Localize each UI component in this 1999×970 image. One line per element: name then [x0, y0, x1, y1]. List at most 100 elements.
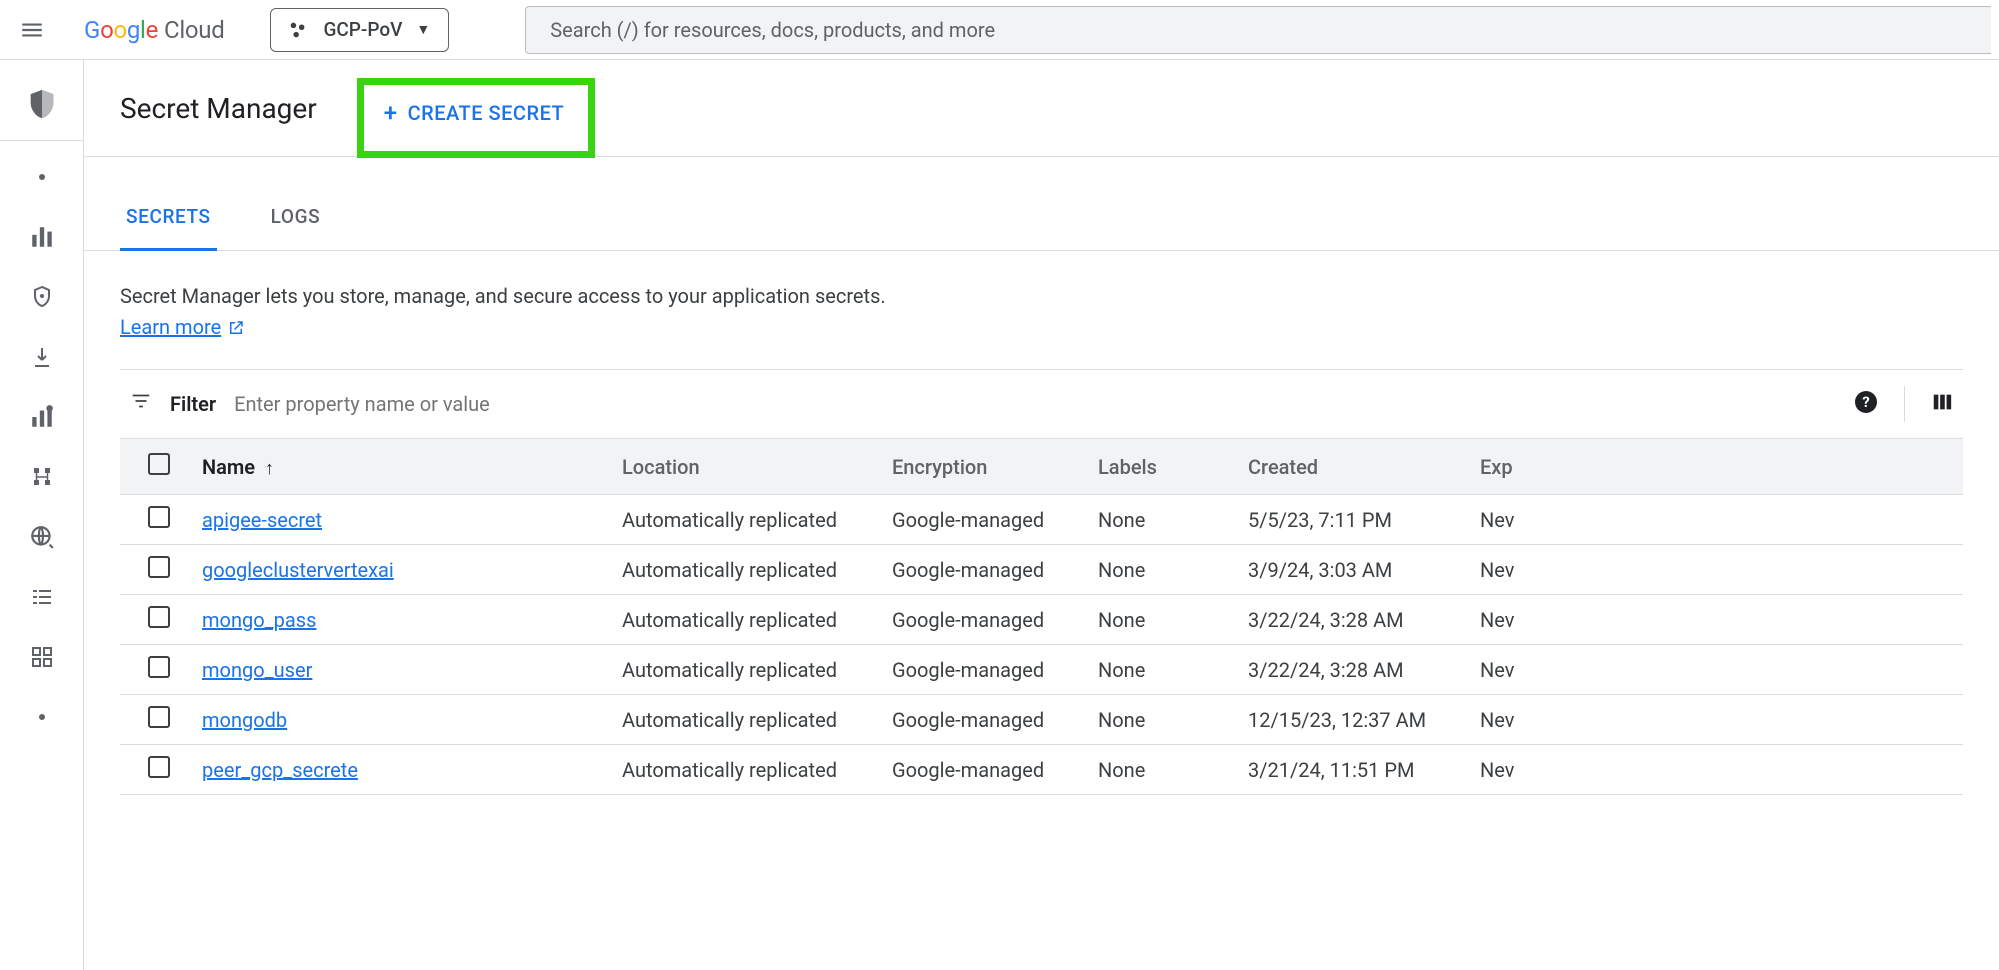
learn-more-label: Learn more [120, 312, 221, 343]
rail-shield-outline-icon[interactable] [0, 267, 84, 327]
cell-created: 3/9/24, 3:03 AM [1238, 545, 1470, 595]
intro-text-block: Secret Manager lets you store, manage, a… [84, 251, 1999, 351]
secret-name-link[interactable]: apigee-secret [202, 508, 322, 532]
rail-bars-icon[interactable] [0, 207, 84, 267]
cell-location: Automatically replicated [612, 495, 882, 545]
table-row: mongo_passAutomatically replicatedGoogle… [120, 595, 1963, 645]
filter-input[interactable] [234, 392, 1836, 416]
table-row: mongodbAutomatically replicatedGoogle-ma… [120, 695, 1963, 745]
page-header: Secret Manager + CREATE SECRET [84, 60, 1999, 157]
learn-more-link[interactable]: Learn more [120, 312, 245, 343]
filter-row: Filter ? [120, 370, 1963, 438]
main: Secret Manager + CREATE SECRET SECRETS L… [84, 60, 1999, 970]
row-checkbox[interactable] [148, 706, 170, 728]
cell-expiration: Nev [1470, 495, 1963, 545]
left-rail [0, 60, 84, 970]
project-icon [287, 19, 309, 41]
secret-name-link[interactable]: mongo_user [202, 658, 312, 682]
cell-location: Automatically replicated [612, 745, 882, 795]
rail-globe-search-icon[interactable] [0, 507, 84, 567]
sort-asc-icon: ↑ [265, 458, 274, 479]
cell-created: 3/22/24, 3:28 AM [1238, 645, 1470, 695]
secrets-table: Name ↑ Location Encryption Labels Created… [120, 438, 1963, 795]
hamburger-menu-icon[interactable] [8, 6, 56, 54]
tab-logs[interactable]: LOGS [265, 185, 327, 251]
col-expiration[interactable]: Exp [1470, 439, 1963, 495]
tabs: SECRETS LOGS [84, 185, 1999, 251]
col-name-label: Name [202, 455, 255, 479]
filter-label: Filter [170, 392, 216, 416]
cell-encryption: Google-managed [882, 495, 1088, 545]
col-created[interactable]: Created [1238, 439, 1470, 495]
toolbar-separator [1904, 386, 1905, 422]
table-row: peer_gcp_secrete Automatically replicated… [120, 745, 1963, 795]
search-input[interactable] [550, 18, 1967, 42]
project-name: GCP-PoV [323, 18, 402, 41]
cell-labels: None [1088, 545, 1238, 595]
row-checkbox[interactable] [148, 556, 170, 578]
cell-expiration: Nev [1470, 545, 1963, 595]
col-location[interactable]: Location [612, 439, 882, 495]
secret-name-link[interactable]: googleclustervertexai [202, 558, 394, 582]
table-row: googleclustervertexai Automatically repli… [120, 545, 1963, 595]
cell-expiration: Nev [1470, 595, 1963, 645]
cell-created: 3/21/24, 11:51 PM [1238, 745, 1470, 795]
page-title: Secret Manager [120, 92, 317, 125]
select-all-checkbox[interactable] [148, 453, 170, 475]
cell-created: 5/5/23, 7:11 PM [1238, 495, 1470, 545]
rail-list-icon[interactable] [0, 567, 84, 627]
cell-labels: None [1088, 695, 1238, 745]
col-labels[interactable]: Labels [1088, 439, 1238, 495]
columns-icon[interactable] [1931, 391, 1953, 417]
rail-separator [0, 140, 83, 141]
cell-encryption: Google-managed [882, 645, 1088, 695]
filter-actions: ? [1854, 386, 1953, 422]
cell-created: 12/15/23, 12:37 AM [1238, 695, 1470, 745]
cell-location: Automatically replicated [612, 545, 882, 595]
create-secret-button[interactable]: + CREATE SECRET [384, 99, 565, 127]
table-header-row: Name ↑ Location Encryption Labels Created… [120, 439, 1963, 495]
rail-download-icon[interactable] [0, 327, 84, 387]
svg-text:?: ? [1862, 393, 1869, 411]
help-icon[interactable]: ? [1854, 390, 1878, 418]
col-encryption[interactable]: Encryption [882, 439, 1088, 495]
cell-labels: None [1088, 645, 1238, 695]
secret-name-link[interactable]: mongo_pass [202, 608, 316, 632]
create-secret-label: CREATE SECRET [408, 101, 565, 125]
row-checkbox[interactable] [148, 606, 170, 628]
tab-secrets[interactable]: SECRETS [120, 185, 217, 251]
cell-labels: None [1088, 595, 1238, 645]
cell-location: Automatically replicated [612, 695, 882, 745]
project-picker[interactable]: GCP-PoV ▼ [270, 8, 449, 52]
top-bar: Google Cloud GCP-PoV ▼ [0, 0, 1999, 60]
row-checkbox[interactable] [148, 756, 170, 778]
rail-apps-icon[interactable] [0, 627, 84, 687]
cell-labels: None [1088, 745, 1238, 795]
cell-encryption: Google-managed [882, 595, 1088, 645]
logo-product-text: Cloud [164, 16, 224, 44]
table-row: apigee-secret Automatically replicatedGoo… [120, 495, 1963, 545]
rail-tree-icon[interactable] [0, 447, 84, 507]
col-name[interactable]: Name ↑ [192, 439, 612, 495]
secret-name-link[interactable]: mongodb [202, 708, 287, 732]
table-row: mongo_userAutomatically replicatedGoogle… [120, 645, 1963, 695]
col-select-all [120, 439, 192, 495]
filter-icon[interactable] [130, 390, 152, 418]
cell-expiration: Nev [1470, 745, 1963, 795]
table-area: Filter ? Name↑ Locati [120, 369, 1963, 795]
rail-security-icon[interactable] [0, 74, 84, 134]
create-secret-highlight: + CREATE SECRET [357, 78, 596, 158]
row-checkbox[interactable] [148, 656, 170, 678]
rail-chart-icon[interactable] [0, 387, 84, 447]
secret-name-link[interactable]: peer_gcp_secrete [202, 758, 358, 782]
row-checkbox[interactable] [148, 506, 170, 528]
rail-item-dot-bottom[interactable] [0, 687, 84, 747]
cell-created: 3/22/24, 3:28 AM [1238, 595, 1470, 645]
cell-encryption: Google-managed [882, 745, 1088, 795]
cell-encryption: Google-managed [882, 545, 1088, 595]
search-box[interactable] [525, 6, 1991, 54]
rail-item-dot[interactable] [0, 147, 84, 207]
plus-icon: + [384, 99, 398, 127]
google-cloud-logo[interactable]: Google Cloud [84, 16, 224, 44]
cell-expiration: Nev [1470, 695, 1963, 745]
